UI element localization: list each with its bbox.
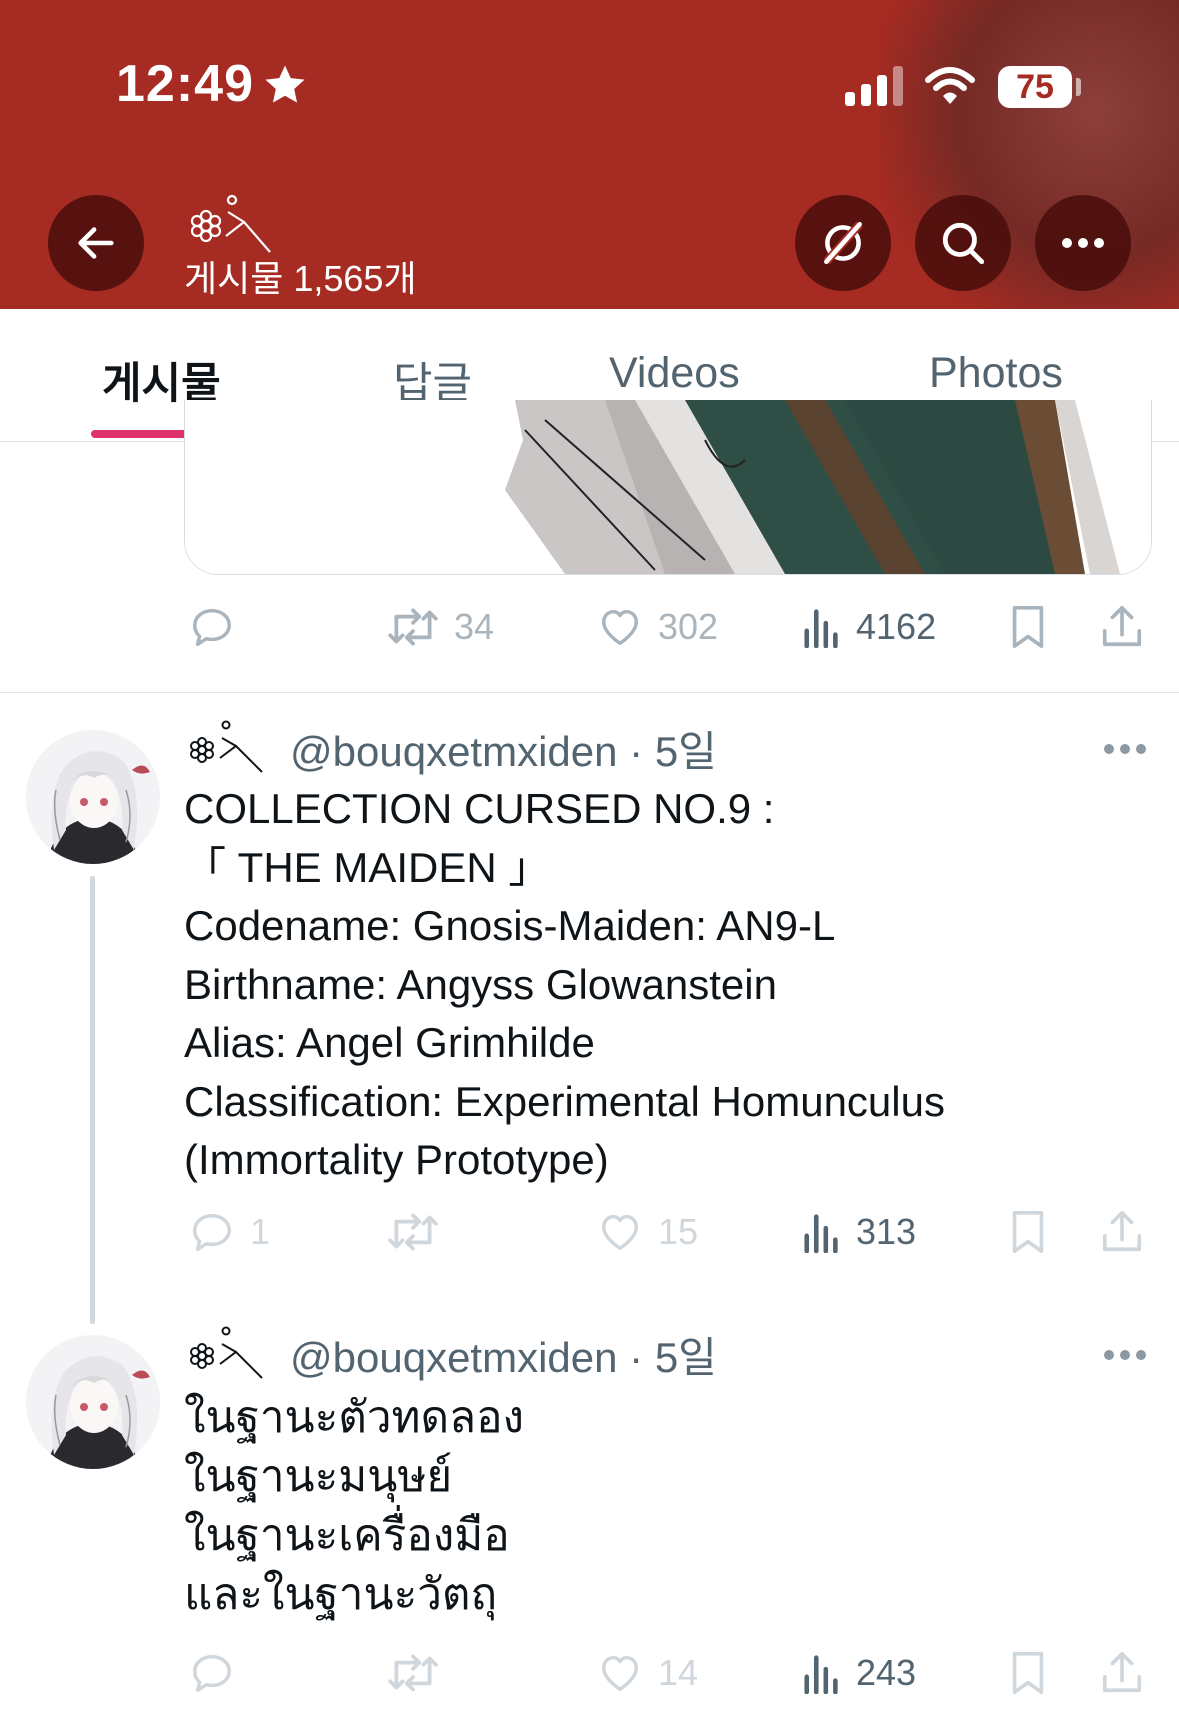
more-button[interactable]: [1035, 195, 1131, 291]
tweet-line: Birthname: Angyss Glowanstein: [184, 960, 777, 1008]
tweet-line: Classification: Experimental Homunculus: [184, 1077, 945, 1125]
like-count: 14: [658, 1652, 699, 1693]
signal-icon: [845, 66, 903, 106]
reply-count: 1: [250, 1211, 271, 1252]
like-button[interactable]: 14: [596, 1643, 698, 1703]
repost-button[interactable]: [386, 1643, 440, 1703]
artwork-image: [185, 400, 1151, 574]
tab-videos[interactable]: Videos: [609, 349, 740, 398]
like-icon: [601, 1214, 639, 1251]
tweet-line: ในฐานะตัวทดลอง: [184, 1393, 524, 1442]
battery-nub: [1076, 78, 1081, 96]
tweet-line: ในฐานะมนุษย์: [184, 1452, 453, 1501]
tweet-line: และในฐานะวัตถุ: [184, 1570, 498, 1619]
avatar[interactable]: [26, 730, 160, 864]
repost-button[interactable]: 34: [386, 597, 494, 657]
star-icon: [265, 65, 305, 103]
tweet-line: ในฐานะเครื่องมือ: [184, 1511, 510, 1560]
wifi-icon: [925, 67, 975, 104]
post-count: 게시물 1,565개: [184, 258, 417, 299]
tweet-line: 「 THE MAIDEN 」: [184, 843, 551, 891]
repost-icon: [388, 608, 438, 646]
bookmark-button[interactable]: [1008, 1202, 1048, 1262]
share-button[interactable]: [1100, 1202, 1144, 1262]
author-handle[interactable]: @bouqxetmxiden · 5일: [290, 718, 717, 779]
views-button[interactable]: 4162: [802, 597, 936, 657]
views-count: 313: [856, 1211, 917, 1252]
tweet-line: (Immortality Prototype): [184, 1136, 609, 1183]
views-button[interactable]: 243: [802, 1643, 916, 1703]
bookmark-button[interactable]: [1008, 597, 1048, 657]
reply-icon: [193, 608, 231, 646]
tweet-actions: 14 243: [0, 1643, 1179, 1703]
avatar-image: [26, 730, 160, 864]
like-count: 302: [658, 606, 719, 647]
share-icon: [1102, 1652, 1142, 1693]
tweet-text: ในฐานะตัวทดลอง ในฐานะมนุษย์ ในฐานะเครื่อ…: [184, 1388, 524, 1624]
avatar[interactable]: [26, 1335, 160, 1469]
share-icon: [1102, 606, 1142, 647]
tweet-header: @bouqxetmxiden · 5일: [184, 720, 717, 776]
views-icon: [804, 1655, 838, 1694]
battery-indicator: 75: [998, 66, 1072, 108]
tweet-more-icon[interactable]: [1103, 1348, 1147, 1362]
share-icon: [1102, 1211, 1142, 1252]
like-button[interactable]: 15: [596, 1202, 698, 1262]
tweet-header: @bouqxetmxiden · 5일: [184, 1326, 717, 1382]
profile-header: 12:49 75 게시물 1,565개: [0, 0, 1179, 309]
like-button[interactable]: 302: [596, 597, 718, 657]
post-actions: 34 302 4162: [0, 597, 1179, 657]
author-name-glyph[interactable]: [184, 1326, 282, 1382]
share-button[interactable]: [1100, 1643, 1144, 1703]
post-media-image[interactable]: [184, 400, 1152, 575]
views-icon: [804, 609, 838, 648]
views-count: 243: [856, 1652, 917, 1693]
tweet-text: COLLECTION CURSED NO.9 : 「 THE MAIDEN 」 …: [184, 780, 945, 1190]
like-count: 15: [658, 1211, 699, 1252]
bookmark-button[interactable]: [1008, 1643, 1048, 1703]
reply-button[interactable]: [188, 1643, 236, 1703]
search-button[interactable]: [915, 195, 1011, 291]
grok-icon: [823, 221, 863, 265]
repost-button[interactable]: [386, 1202, 440, 1262]
bookmark-icon: [1012, 1652, 1044, 1694]
author-name-glyph[interactable]: [184, 720, 282, 776]
back-button[interactable]: [48, 195, 144, 291]
views-icon: [804, 1214, 838, 1253]
tab-photos[interactable]: Photos: [929, 349, 1063, 398]
reply-button[interactable]: 1: [188, 1202, 270, 1262]
back-arrow-icon: [78, 227, 114, 259]
grok-button[interactable]: [795, 195, 891, 291]
reply-icon: [193, 1654, 231, 1692]
status-time: 12:49: [116, 55, 254, 113]
repost-icon: [388, 1654, 438, 1692]
bookmark-icon: [1012, 606, 1044, 648]
tweet-line: COLLECTION CURSED NO.9 :: [184, 785, 775, 832]
tweet-actions: 1 15 313: [0, 1202, 1179, 1262]
views-button[interactable]: 313: [802, 1202, 916, 1262]
search-icon: [942, 222, 985, 265]
tweet-line: Alias: Angel Grimhilde: [184, 1019, 595, 1066]
bookmark-icon: [1012, 1211, 1044, 1253]
repost-count: 34: [454, 606, 495, 647]
post-divider: [0, 692, 1179, 693]
tweet-line: Codename: Gnosis-Maiden: AN9-L: [184, 902, 836, 949]
like-icon: [601, 1655, 639, 1692]
like-icon: [601, 609, 639, 646]
author-handle[interactable]: @bouqxetmxiden · 5일: [290, 1324, 717, 1385]
reply-button[interactable]: [188, 597, 236, 657]
repost-icon: [388, 1213, 438, 1251]
tweet-more-icon[interactable]: [1103, 742, 1147, 756]
avatar-image: [26, 1335, 160, 1469]
share-button[interactable]: [1100, 597, 1144, 657]
more-icon: [1062, 238, 1104, 248]
reply-icon: [193, 1213, 231, 1251]
views-count: 4162: [856, 606, 937, 647]
